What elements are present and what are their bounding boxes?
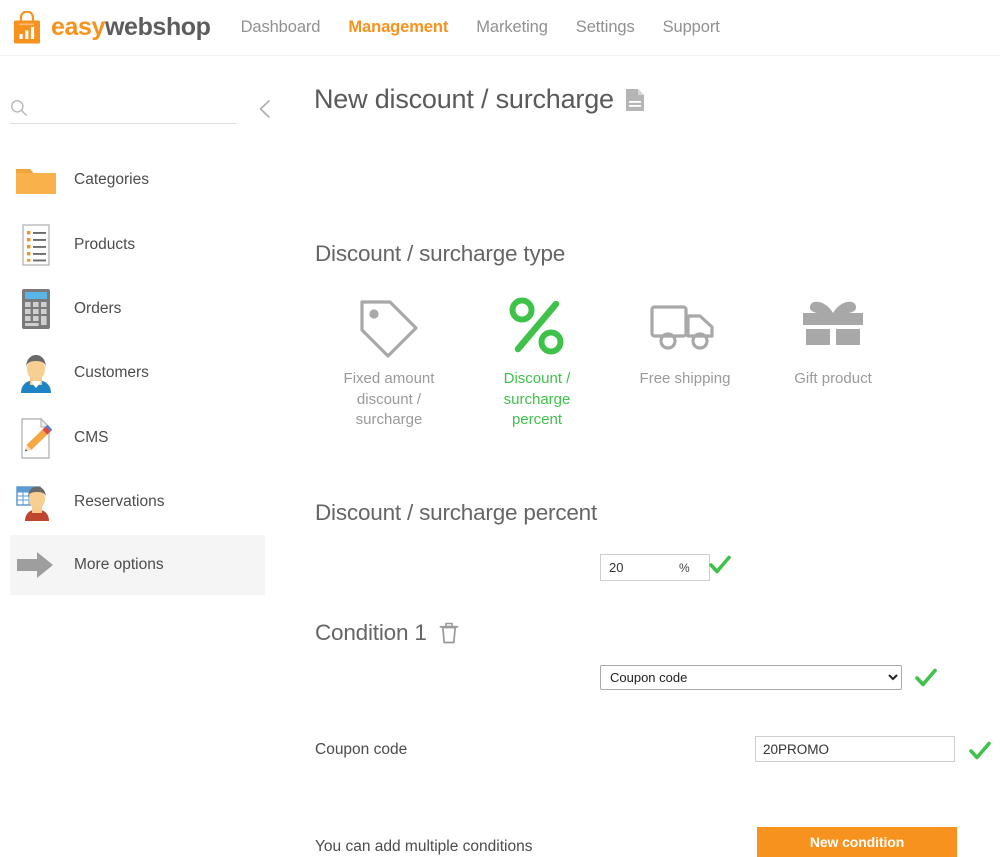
condition-title: Condition 1 [315, 620, 427, 646]
percent-icon [504, 294, 570, 360]
sidebar-item-label: Products [74, 236, 135, 254]
new-condition-button[interactable]: New condition [757, 827, 957, 857]
price-tag-icon [354, 294, 424, 360]
person-table-icon [14, 480, 58, 524]
list-document-icon [14, 223, 58, 267]
top-navigation-bar: easywebshop DashboardManagementMarketing… [0, 0, 1000, 56]
sidebar-search-row [10, 97, 276, 129]
type-option-label: Gift product [794, 369, 872, 390]
sidebar-item-label: Orders [74, 300, 121, 318]
percent-input[interactable] [601, 556, 679, 579]
discount-type-options: Fixed amount discount / surcharge Discou… [315, 294, 955, 431]
type-option-label: Fixed amount discount / surcharge [333, 369, 445, 431]
nav-link-management[interactable]: Management [334, 18, 462, 37]
document-icon[interactable] [625, 88, 645, 112]
arrow-right-icon [14, 543, 58, 587]
chevron-left-icon[interactable] [255, 97, 277, 121]
sidebar: Categories [0, 57, 285, 822]
multiple-conditions-note: You can add multiple conditions [315, 838, 532, 856]
type-option-label: Free shipping [640, 369, 731, 390]
search-input[interactable] [10, 97, 236, 124]
pencil-page-icon [14, 416, 58, 460]
sidebar-item-label: CMS [74, 429, 108, 447]
brand-logo[interactable]: easywebshop [11, 11, 211, 45]
shopping-bag-chart-icon [11, 11, 43, 45]
sidebar-item-more-options[interactable]: More options [10, 535, 265, 595]
percent-field-wrapper: % [600, 554, 710, 581]
type-option-fixed-amount[interactable]: Fixed amount discount / surcharge [315, 294, 463, 431]
type-option-gift-product[interactable]: Gift product [759, 294, 907, 431]
brand-name-easy: easy [51, 13, 105, 41]
green-check-icon [915, 667, 937, 689]
type-option-percent[interactable]: Discount / surcharge percent [463, 294, 611, 431]
gift-box-icon [797, 294, 869, 360]
sidebar-item-cms[interactable]: CMS [10, 408, 265, 468]
nav-link-dashboard[interactable]: Dashboard [227, 18, 335, 37]
sidebar-item-label: Reservations [74, 493, 164, 511]
brand-name-webshop: webshop [105, 13, 211, 41]
condition-title-row: Condition 1 [315, 620, 460, 646]
section-heading-type: Discount / surcharge type [315, 241, 565, 267]
percent-suffix-label: % [679, 561, 697, 575]
sidebar-item-label: Categories [74, 171, 149, 189]
green-check-icon [969, 740, 991, 762]
person-icon [14, 351, 58, 395]
coupon-code-input[interactable] [755, 736, 955, 762]
calculator-icon [14, 287, 58, 331]
sidebar-item-reservations[interactable]: Reservations [10, 472, 265, 532]
main-content: New discount / surcharge Discount / surc… [285, 57, 1000, 822]
type-option-free-shipping[interactable]: Free shipping [611, 294, 759, 431]
coupon-code-label: Coupon code [315, 741, 407, 759]
sidebar-item-categories[interactable]: Categories [10, 150, 265, 210]
page-title: New discount / surcharge [314, 84, 614, 115]
nav-link-settings[interactable]: Settings [562, 18, 649, 37]
nav-link-marketing[interactable]: Marketing [462, 18, 562, 37]
condition-type-select[interactable]: Coupon code [600, 665, 902, 690]
folder-icon [14, 158, 58, 202]
sidebar-item-customers[interactable]: Customers [10, 343, 265, 403]
sidebar-item-orders[interactable]: Orders [10, 279, 265, 339]
trash-icon[interactable] [438, 621, 460, 645]
section-heading-percent: Discount / surcharge percent [315, 500, 597, 526]
page-title-row: New discount / surcharge [314, 84, 645, 115]
sidebar-item-products[interactable]: Products [10, 215, 265, 275]
brand-name: easywebshop [51, 15, 211, 40]
sidebar-item-label: Customers [74, 364, 149, 382]
sidebar-item-label: More options [74, 556, 164, 574]
nav-link-support[interactable]: Support [649, 18, 734, 37]
green-check-icon [709, 554, 731, 576]
nav-links: DashboardManagementMarketingSettingsSupp… [227, 18, 734, 37]
type-option-label: Discount / surcharge percent [481, 369, 593, 431]
truck-icon [648, 294, 722, 360]
